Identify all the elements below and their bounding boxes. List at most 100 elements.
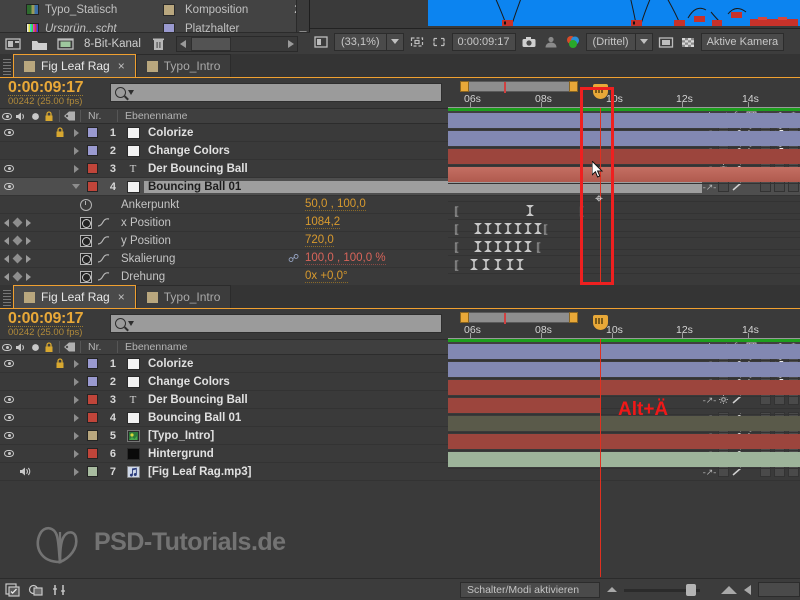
work-area-start-handle[interactable] [460,81,469,92]
track-row[interactable] [448,433,800,451]
lock-toggle[interactable] [51,391,68,409]
keyframe-marker[interactable] [524,223,532,234]
layer-bar[interactable] [448,452,800,467]
solo-toggle[interactable] [34,427,51,445]
chevron-down-icon[interactable] [128,321,134,326]
video-toggle[interactable] [0,160,17,178]
work-area-start-handle[interactable] [460,312,469,323]
search-input[interactable] [110,83,442,102]
layer-bar[interactable] [448,167,800,182]
keyframe-marker[interactable]: ⟦ [536,241,542,254]
expand-triangle[interactable] [68,355,84,373]
chevron-down-icon[interactable] [128,90,134,95]
track-row[interactable] [448,148,800,166]
checkerboard-icon[interactable] [679,33,697,51]
collapse-arrow-icon[interactable] [744,584,751,595]
ruler-face[interactable]: 06s 08s 10s 12s 14s [448,92,800,108]
video-toggle-icon[interactable] [3,360,14,367]
keyframe-marker[interactable]: ⟦ [454,259,460,272]
stopwatch-icon[interactable] [80,234,92,247]
scroll-right-icon[interactable] [287,39,294,48]
label-color-swatch[interactable] [84,373,100,391]
panel-grip-icon[interactable] [3,287,11,306]
expand-triangle[interactable] [68,124,84,142]
video-toggle-icon[interactable] [3,432,14,439]
frame-blend-icon[interactable] [5,582,21,597]
delete-icon[interactable] [150,37,167,51]
solo-toggle[interactable] [34,124,51,142]
keyframe-marker[interactable] [494,259,502,270]
solo-toggle[interactable] [34,142,51,160]
small-thumbs-icon[interactable] [607,587,617,592]
graph-editor-icon[interactable] [51,583,67,597]
next-keyframe-button[interactable] [26,254,31,263]
prev-keyframe-button[interactable] [4,218,9,227]
keyframe-marker[interactable] [504,223,512,234]
close-icon[interactable]: × [118,59,125,73]
timeline-nav-box[interactable] [758,582,800,597]
next-keyframe-button[interactable] [26,236,31,245]
keyframe-marker[interactable] [474,223,482,234]
tab-typo-intro[interactable]: Typo_Intro [135,285,232,308]
work-area-bar[interactable] [460,312,578,324]
view-layout-label[interactable]: Aktive Kamera [700,32,785,51]
timeline-ruler[interactable]: 06s 08s 10s 12s 14s [448,78,800,108]
project-item-row[interactable]: Typo_Statisch Komposition 25 [0,0,309,19]
audio-toggle[interactable] [17,178,34,196]
zoom-slider[interactable] [624,583,714,597]
video-toggle-icon[interactable] [3,183,14,190]
tab-typo-intro[interactable]: Typo_Intro [135,54,232,77]
large-thumbs-icon[interactable] [721,585,737,594]
track-row[interactable]: ⟦ [448,256,800,274]
lock-toggle[interactable] [51,409,68,427]
track-row[interactable] [448,379,800,397]
keyframe-marker[interactable] [494,223,502,234]
column-header-number[interactable]: Nr. [84,341,114,353]
track-row[interactable] [448,166,800,184]
stopwatch-icon[interactable] [80,252,92,265]
graph-icon[interactable] [97,271,110,282]
close-icon[interactable]: × [118,290,125,304]
toggle-switches-modes-button[interactable]: Schalter/Modi aktivieren [460,581,600,598]
keyframe-marker[interactable] [534,223,542,234]
video-toggle-icon[interactable] [3,414,14,421]
solo-toggle[interactable] [34,463,51,481]
keyframe-marker[interactable] [516,259,524,270]
audio-toggle[interactable] [17,445,34,463]
add-keyframe-button[interactable] [12,217,23,228]
lock-toggle[interactable] [51,160,68,178]
keyframe-marker[interactable] [524,241,532,252]
next-keyframe-button[interactable] [26,218,31,227]
new-folder-icon[interactable] [31,37,48,51]
stopwatch-icon[interactable] [80,270,92,283]
audio-toggle[interactable] [17,355,34,373]
video-toggle[interactable] [0,124,17,142]
keyframe-marker[interactable] [484,241,492,252]
video-toggle-icon[interactable] [3,165,14,172]
solo-toggle[interactable] [34,445,51,463]
work-area-end-handle[interactable] [569,81,578,92]
video-toggle-icon[interactable] [3,450,14,457]
label-color-swatch[interactable] [163,3,175,16]
scrollbar-thumb[interactable] [190,36,231,51]
property-value[interactable]: 0x +0,0° [305,270,348,283]
audio-toggle[interactable] [17,142,34,160]
layer-bar[interactable] [448,344,800,359]
current-time-display[interactable]: 0:00:09:17 [451,32,516,51]
track-row[interactable] [448,451,800,469]
timeline-ruler[interactable]: 06s 08s 10s 12s 14s [448,309,800,339]
audio-toggle[interactable] [17,124,34,142]
expand-triangle[interactable] [68,373,84,391]
snapshot-icon[interactable] [520,33,538,51]
expand-triangle[interactable] [68,391,84,409]
resolution-dropdown[interactable]: (Drittel) [585,32,653,51]
label-color-swatch[interactable] [84,409,100,427]
stopwatch-icon[interactable] [80,216,92,229]
stopwatch-icon[interactable] [80,198,92,211]
lock-toggle[interactable] [51,463,68,481]
playhead-marker[interactable] [593,315,608,330]
keyframe-marker[interactable] [514,241,522,252]
search-input[interactable] [110,314,442,333]
keyframe-marker[interactable] [484,223,492,234]
layer-bar[interactable] [448,380,800,395]
